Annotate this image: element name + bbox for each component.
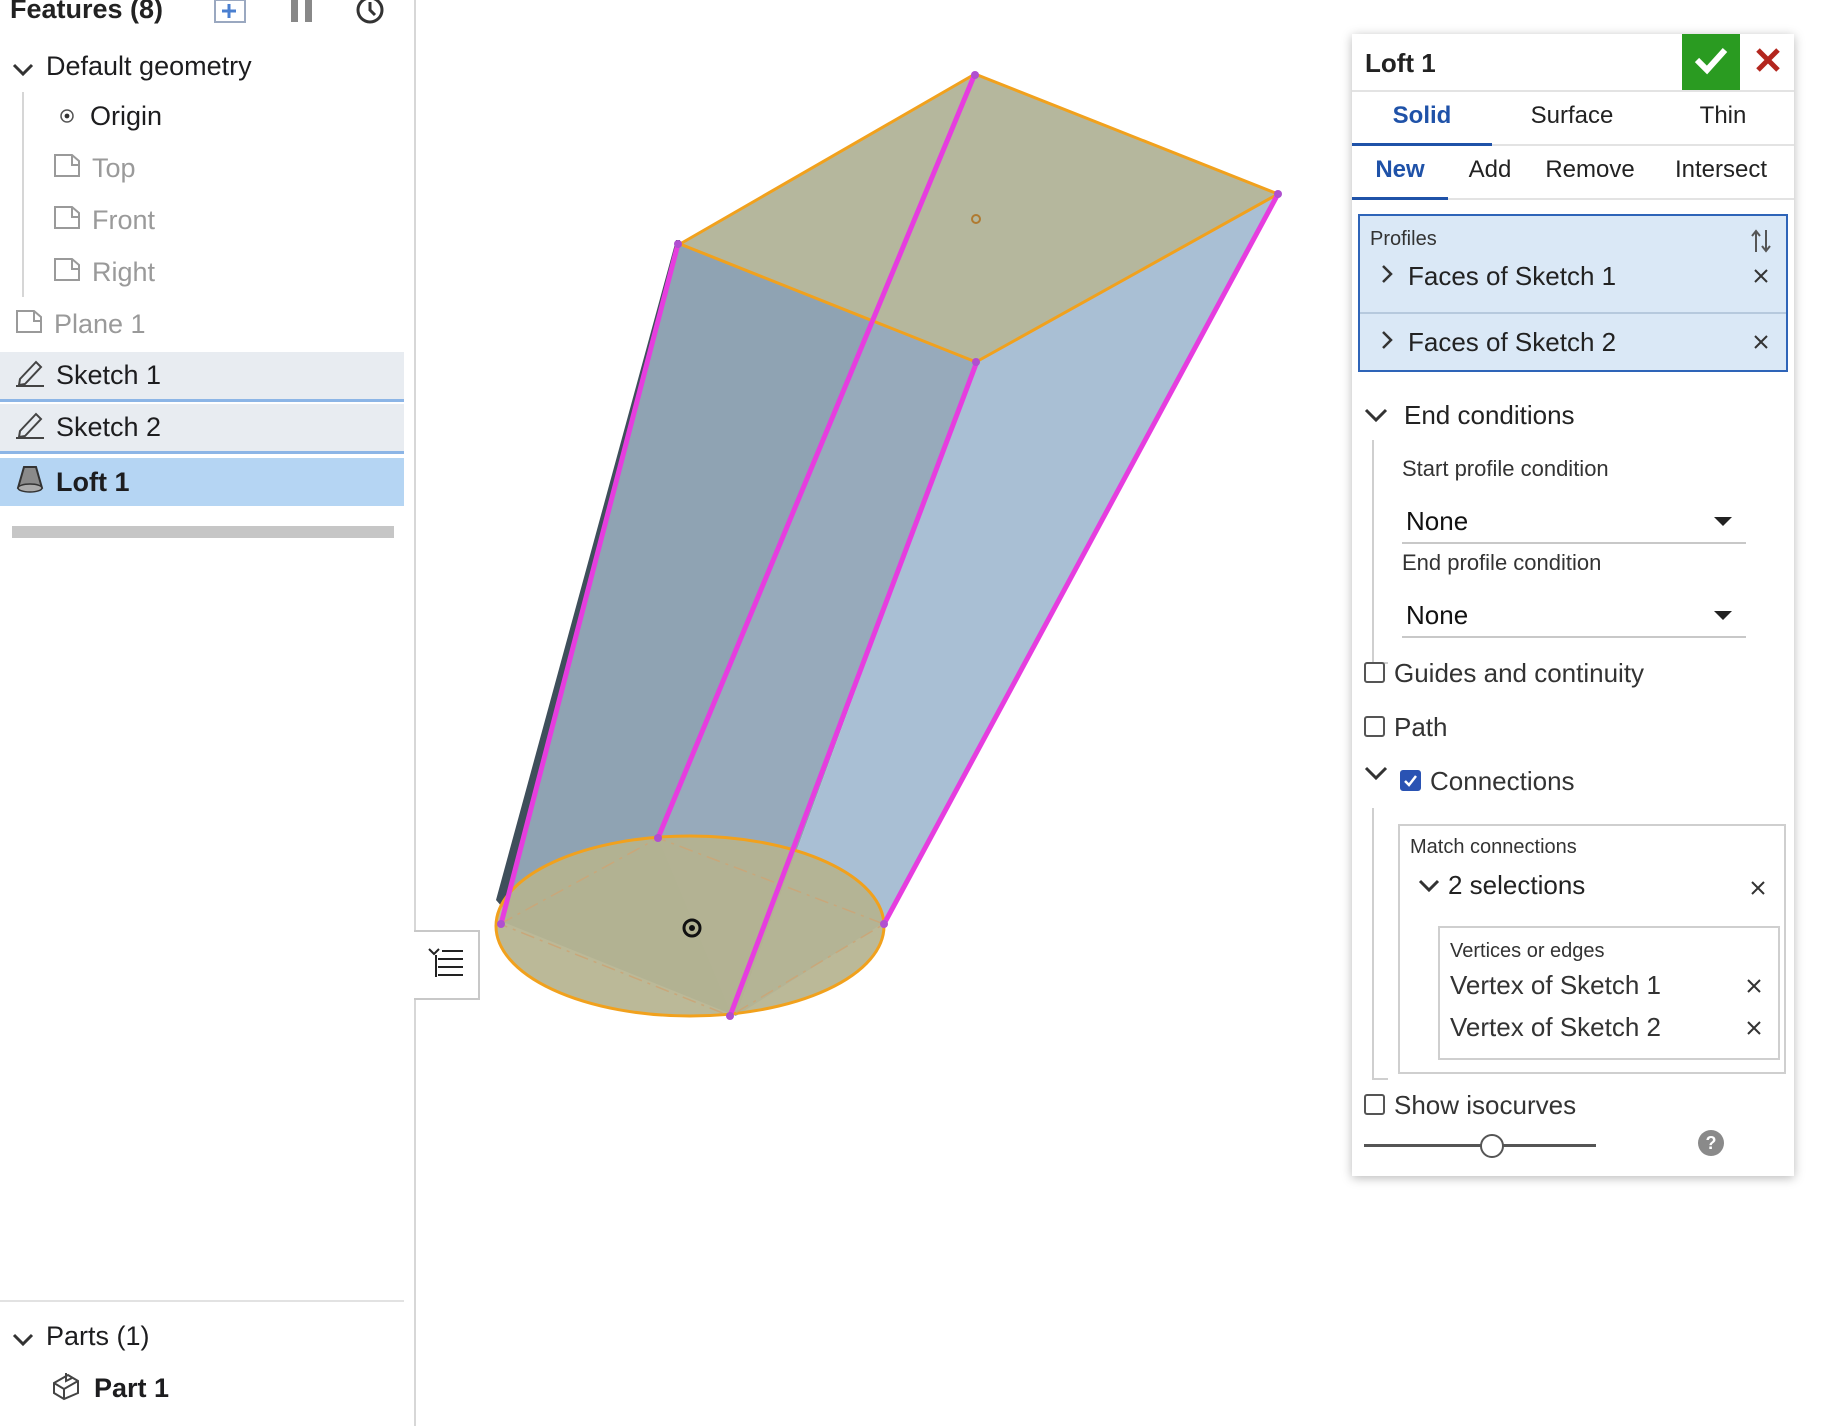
match-connections-box: Match connections 2 selections Vertices … [1398, 824, 1786, 1074]
tab-new[interactable]: New [1352, 146, 1448, 200]
remove-profile-icon[interactable] [1750, 331, 1772, 353]
tab-intersect[interactable]: Intersect [1648, 146, 1794, 198]
tab-add[interactable]: Add [1448, 146, 1532, 198]
close-icon [1755, 47, 1781, 78]
isocurves-checkbox[interactable] [1364, 1094, 1385, 1115]
operation-tabs: New Add Remove Intersect [1352, 146, 1794, 200]
remove-profile-icon[interactable] [1750, 265, 1772, 287]
loft-feature-dialog: Loft 1 Solid Surface Thin New Add Remove… [1352, 34, 1794, 1176]
accept-button[interactable] [1682, 34, 1740, 90]
profile-item[interactable]: Faces of Sketch 1 [1360, 250, 1786, 302]
path-checkbox[interactable] [1364, 716, 1385, 737]
profile-label: Faces of Sketch 2 [1408, 326, 1617, 357]
chevron-right-icon[interactable] [1380, 261, 1394, 292]
chevron-down-icon[interactable] [1364, 400, 1388, 431]
section-guide-line [1372, 808, 1374, 1080]
connections-label: Connections [1430, 766, 1575, 796]
help-icon[interactable]: ? [1698, 1130, 1724, 1156]
selections-count: 2 selections [1448, 870, 1586, 900]
checkmark-icon [1404, 775, 1417, 787]
dropdown-caret-icon [1714, 517, 1732, 526]
remove-vertex-icon[interactable] [1746, 1020, 1762, 1041]
section-guide-end [1372, 1078, 1388, 1080]
tab-surface[interactable]: Surface [1492, 92, 1652, 144]
bottom-center-dot [689, 925, 695, 931]
checkmark-icon [1693, 45, 1729, 80]
vertex-item[interactable]: Vertex of Sketch 2 [1450, 1012, 1661, 1043]
end-condition-label: End profile condition [1402, 550, 1602, 575]
profile-divider [1360, 312, 1786, 314]
vertex-item[interactable]: Vertex of Sketch 1 [1450, 970, 1661, 1001]
match-connections-label: Match connections [1410, 836, 1577, 858]
tab-thin[interactable]: Thin [1652, 92, 1794, 144]
connections-checkbox[interactable] [1400, 770, 1421, 791]
cancel-button[interactable] [1744, 34, 1792, 90]
vertices-box[interactable]: Vertices or edges Vertex of Sketch 1 Ver… [1438, 926, 1780, 1060]
profile-item[interactable]: Faces of Sketch 2 [1360, 316, 1786, 368]
profile-label: Faces of Sketch 1 [1408, 260, 1617, 291]
clear-selections-icon[interactable] [1750, 880, 1766, 901]
selections-row[interactable]: 2 selections [1418, 870, 1585, 901]
vertices-label: Vertices or edges [1450, 940, 1605, 962]
chevron-right-icon[interactable] [1380, 327, 1394, 358]
isocurves-label: Show isocurves [1394, 1090, 1577, 1120]
feature-list-toggle-button[interactable] [414, 930, 480, 1000]
guides-checkbox[interactable] [1364, 662, 1385, 683]
guides-label: Guides and continuity [1394, 658, 1645, 688]
body-type-tabs: Solid Surface Thin [1352, 90, 1794, 146]
chevron-down-icon[interactable] [1418, 870, 1440, 901]
start-condition-value: None [1406, 505, 1469, 536]
profiles-selection-box[interactable]: Profiles Faces of Sketch 1 Faces of Sket… [1358, 214, 1788, 372]
tab-remove[interactable]: Remove [1532, 146, 1648, 198]
tab-solid[interactable]: Solid [1352, 92, 1492, 146]
profiles-label: Profiles [1370, 228, 1437, 250]
end-condition-value: None [1406, 599, 1469, 630]
start-condition-label: Start profile condition [1402, 456, 1609, 481]
list-icon [426, 943, 466, 988]
end-conditions-section[interactable]: End conditions [1364, 400, 1575, 431]
end-condition-select[interactable]: None [1402, 594, 1746, 638]
dialog-title: Loft 1 [1365, 48, 1436, 78]
chevron-down-icon[interactable] [1364, 764, 1388, 787]
path-label: Path [1394, 712, 1448, 742]
dropdown-caret-icon [1714, 611, 1732, 620]
section-guide-line [1372, 440, 1374, 662]
remove-vertex-icon[interactable] [1746, 978, 1762, 999]
end-conditions-label: End conditions [1404, 400, 1575, 430]
isocurve-slider-handle[interactable] [1480, 1134, 1504, 1158]
start-condition-select[interactable]: None [1402, 500, 1746, 544]
